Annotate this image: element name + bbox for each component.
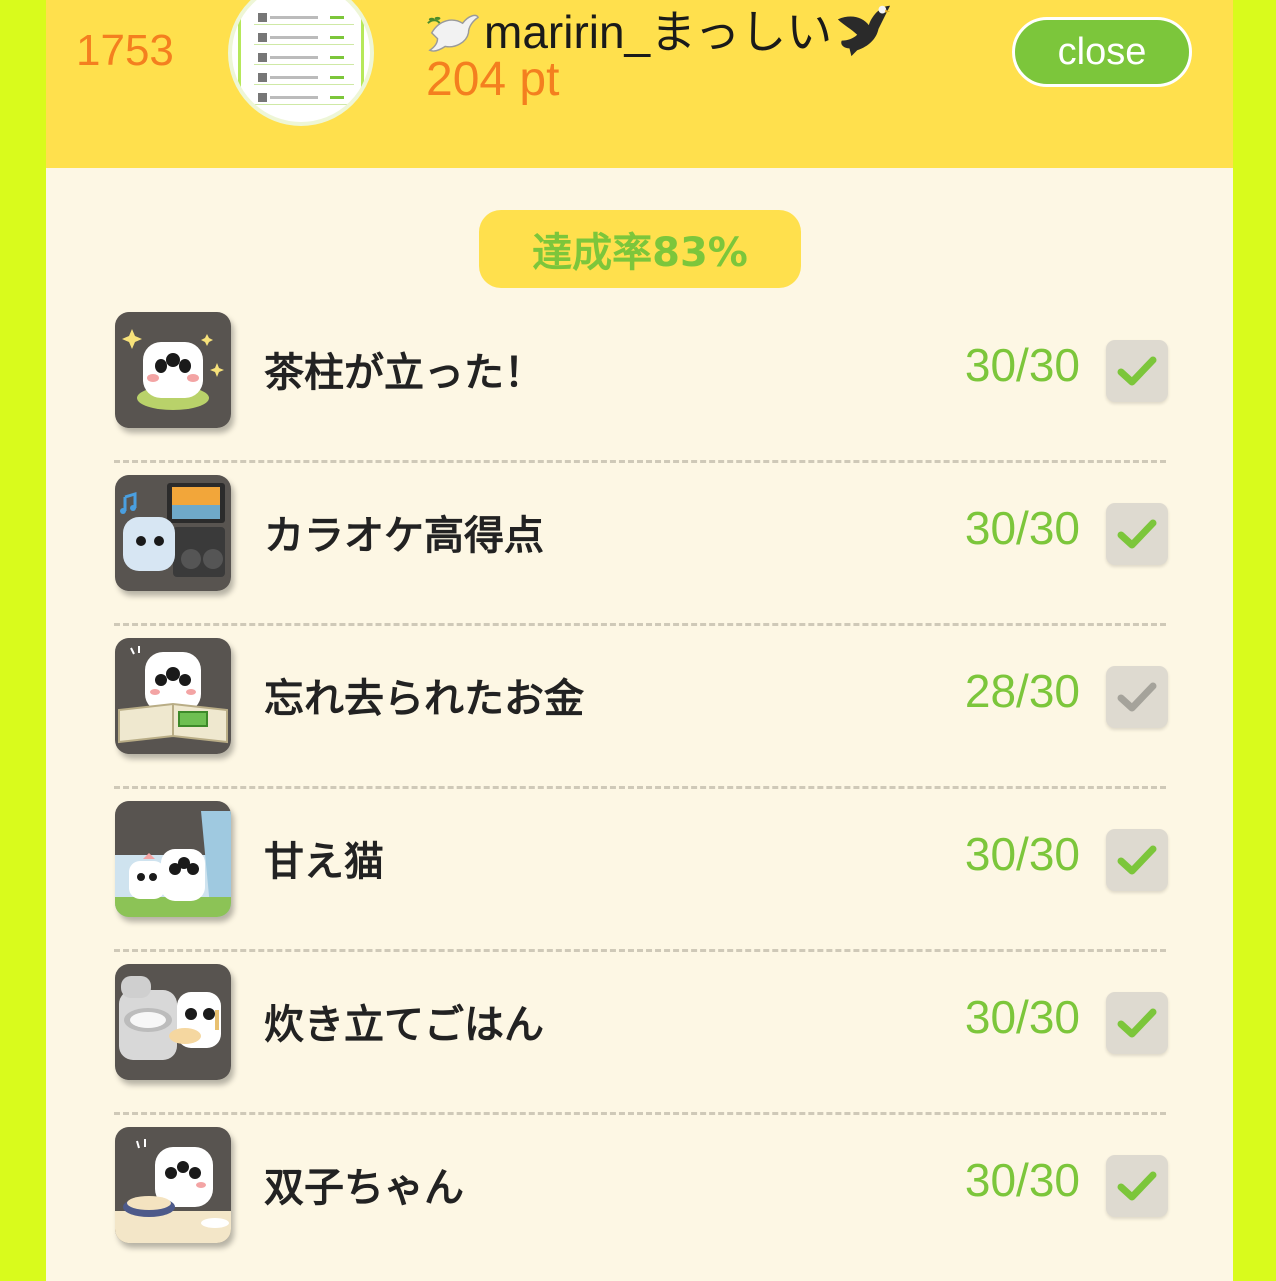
profile-thumbnail[interactable]	[228, 0, 374, 126]
item-score: 30/30	[964, 1154, 1080, 1206]
item-title: カラオケ高得点	[264, 513, 544, 559]
cat-icon	[115, 801, 231, 917]
item-title: 甘え猫	[264, 839, 384, 885]
list-item[interactable]: 茶柱が立った！ 30/30	[114, 300, 1168, 463]
list-item[interactable]: 炊き立てごはん 30/30	[114, 952, 1168, 1115]
check-icon	[1117, 1171, 1157, 1201]
check-icon	[1117, 1008, 1157, 1038]
checkbox[interactable]	[1106, 992, 1168, 1054]
achievement-list: 茶柱が立った！ 30/30 カラオケ高得点 30/30 忘れ去られたお金 28/…	[114, 300, 1168, 1278]
item-title: 茶柱が立った！	[264, 350, 544, 396]
check-icon	[1117, 356, 1157, 386]
item-title: 炊き立てごはん	[264, 1002, 544, 1048]
checkbox[interactable]	[1106, 829, 1168, 891]
item-title: 双子ちゃん	[264, 1165, 464, 1211]
twins-icon	[115, 1127, 231, 1243]
item-score: 30/30	[964, 828, 1080, 880]
checkbox[interactable]	[1106, 340, 1168, 402]
header-bar: 1753 maririn_まっしい 204 pt close	[46, 0, 1233, 168]
item-score: 30/30	[964, 991, 1080, 1043]
checkbox[interactable]	[1106, 666, 1168, 728]
check-icon	[1117, 845, 1157, 875]
check-icon	[1117, 519, 1157, 549]
list-item[interactable]: 双子ちゃん 30/30	[114, 1115, 1168, 1278]
karaoke-icon	[115, 475, 231, 591]
points-value: 204 pt	[426, 53, 560, 106]
check-icon	[1117, 682, 1157, 712]
achievement-rate-badge: 達成率83%	[479, 210, 801, 288]
rank-number: 1753	[76, 26, 174, 75]
eagle-icon	[838, 5, 891, 57]
list-item[interactable]: カラオケ高得点 30/30	[114, 463, 1168, 626]
forgotten-money-icon	[115, 638, 231, 754]
dove-icon	[427, 14, 480, 52]
list-item[interactable]: 忘れ去られたお金 28/30	[114, 626, 1168, 789]
item-score: 30/30	[964, 339, 1080, 391]
tea-pillar-icon	[115, 312, 231, 428]
checkbox[interactable]	[1106, 503, 1168, 565]
item-title: 忘れ去られたお金	[264, 676, 584, 722]
checkbox[interactable]	[1106, 1155, 1168, 1217]
list-item[interactable]: 甘え猫 30/30	[114, 789, 1168, 952]
rice-cooker-icon	[115, 964, 231, 1080]
item-score: 28/30	[964, 665, 1080, 717]
close-button[interactable]: close	[1012, 17, 1192, 87]
item-score: 30/30	[964, 502, 1080, 554]
achievement-panel: 1753 maririn_まっしい 204 pt close 達成率83% 茶柱…	[46, 0, 1233, 1281]
